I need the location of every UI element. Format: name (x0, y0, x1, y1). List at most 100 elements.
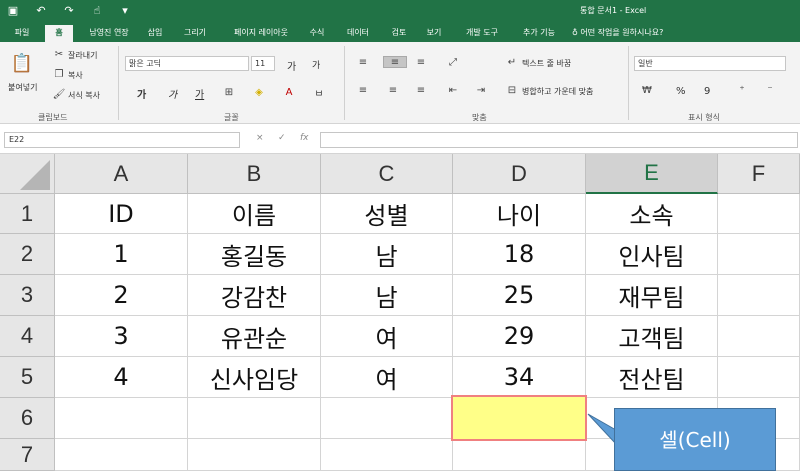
number-format-select[interactable]: 일반 (634, 56, 786, 71)
cell-d3[interactable]: 25 (453, 275, 586, 316)
cell-d4[interactable]: 29 (453, 316, 586, 357)
cell-e2[interactable]: 인사팀 (586, 234, 718, 275)
cell-c3[interactable]: 남 (321, 275, 453, 316)
decrease-decimal-icon[interactable]: ⁻ (763, 84, 777, 96)
tab-view[interactable]: 보기 (420, 25, 448, 42)
column-header-d[interactable]: D (453, 154, 586, 194)
cell-a7[interactable] (55, 439, 188, 471)
font-size-select[interactable]: 11 (251, 56, 275, 71)
customize-icon[interactable]: ▾ (118, 3, 132, 17)
paste-icon[interactable]: 📋 (10, 52, 34, 74)
cell-b2[interactable]: 홍길동 (188, 234, 321, 275)
column-header-e[interactable]: E (586, 154, 718, 194)
cell-b6[interactable] (188, 398, 321, 439)
cell-a6[interactable] (55, 398, 188, 439)
wrap-text-button[interactable]: 텍스트 줄 바꿈 (522, 58, 571, 69)
cell-b4[interactable]: 유관순 (188, 316, 321, 357)
cell-e3[interactable]: 재무팀 (586, 275, 718, 316)
tab-developer[interactable]: 개발 도구 (458, 25, 506, 42)
row-header-3[interactable]: 3 (0, 275, 55, 316)
tab-data[interactable]: 데이터 (340, 25, 376, 42)
tab-draw[interactable]: 그리기 (177, 25, 213, 42)
font-color-icon[interactable]: A (282, 86, 296, 98)
paste-label[interactable]: 붙여넣기 (8, 82, 37, 93)
cell-c5[interactable]: 여 (321, 357, 453, 398)
format-painter-label[interactable]: 서식 복사 (68, 90, 100, 101)
cell-f3[interactable] (718, 275, 800, 316)
cell-c4[interactable]: 여 (321, 316, 453, 357)
cell-a2[interactable]: 1 (55, 234, 188, 275)
undo-icon[interactable]: ↶ (34, 3, 48, 17)
underline-button[interactable]: 가 (195, 86, 204, 101)
cell-a3[interactable]: 2 (55, 275, 188, 316)
save-icon[interactable]: ▣ (6, 3, 20, 17)
insert-function-icon[interactable]: fx (300, 133, 309, 143)
cell-d1[interactable]: 나이 (453, 194, 586, 234)
percent-button[interactable]: % (676, 86, 686, 97)
cell-f2[interactable] (718, 234, 800, 275)
cell-a5[interactable]: 4 (55, 357, 188, 398)
touch-mode-icon[interactable]: ☝ (90, 3, 104, 17)
cell-f1[interactable] (718, 194, 800, 234)
redo-icon[interactable]: ↷ (62, 3, 76, 17)
increase-indent-icon[interactable]: ⇥ (474, 84, 488, 96)
tab-addins[interactable]: 추가 기능 (515, 25, 563, 42)
align-right-icon[interactable]: ≡ (414, 84, 428, 96)
highlighted-cell-d6[interactable] (451, 395, 587, 441)
cell-e4[interactable]: 고객팀 (586, 316, 718, 357)
align-top-icon[interactable]: ≡ (356, 56, 370, 68)
cell-d7[interactable] (453, 439, 586, 471)
cell-f4[interactable] (718, 316, 800, 357)
merge-center-icon[interactable]: ⊟ (505, 84, 519, 96)
row-header-6[interactable]: 6 (0, 398, 55, 439)
cut-icon[interactable]: ✂ (52, 48, 66, 60)
cancel-icon[interactable]: × (256, 133, 264, 143)
cell-d5[interactable]: 34 (453, 357, 586, 398)
italic-button[interactable]: 가 (168, 86, 177, 101)
cell-c7[interactable] (321, 439, 453, 471)
cell-c2[interactable]: 남 (321, 234, 453, 275)
row-header-4[interactable]: 4 (0, 316, 55, 357)
align-center-icon[interactable]: ≡ (386, 84, 400, 96)
tab-home[interactable]: 홈 (45, 25, 73, 42)
enter-icon[interactable]: ✓ (278, 133, 286, 143)
cell-f5[interactable] (718, 357, 800, 398)
cell-c1[interactable]: 성별 (321, 194, 453, 234)
align-bottom-icon[interactable]: ≡ (414, 56, 428, 68)
tab-formulas[interactable]: 수식 (304, 25, 330, 42)
wrap-text-icon[interactable]: ↵ (505, 56, 519, 68)
cell-e1[interactable]: 소속 (586, 194, 718, 234)
cell-b5[interactable]: 신사임당 (188, 357, 321, 398)
cell-b1[interactable]: 이름 (188, 194, 321, 234)
format-painter-icon[interactable]: 🖌 (52, 88, 66, 100)
phonetic-icon[interactable]: ㅂ (312, 86, 326, 100)
row-header-5[interactable]: 5 (0, 357, 55, 398)
cell-b7[interactable] (188, 439, 321, 471)
decrease-font-button[interactable]: 가 (312, 58, 320, 71)
row-header-1[interactable]: 1 (0, 194, 55, 234)
cell-a4[interactable]: 3 (55, 316, 188, 357)
cell-b3[interactable]: 강감찬 (188, 275, 321, 316)
cell-e5[interactable]: 전산팀 (586, 357, 718, 398)
comma-button[interactable]: 9 (704, 86, 710, 97)
increase-font-button[interactable]: 가 (287, 58, 296, 73)
copy-label[interactable]: 복사 (68, 70, 83, 81)
cut-label[interactable]: 잘라내기 (68, 50, 97, 61)
align-middle-icon[interactable]: ≡ (383, 56, 407, 68)
fill-color-icon[interactable]: ◈ (252, 86, 266, 98)
currency-icon[interactable]: ₩ (640, 84, 654, 96)
select-all-button[interactable] (0, 154, 55, 194)
orientation-icon[interactable]: ⤢ (446, 56, 460, 68)
column-header-a[interactable]: A (55, 154, 188, 194)
row-header-2[interactable]: 2 (0, 234, 55, 275)
cell-d2[interactable]: 18 (453, 234, 586, 275)
cell-c6[interactable] (321, 398, 453, 439)
tell-me-search[interactable]: ♁ 어떤 작업을 원하시나요? (572, 25, 690, 42)
name-box[interactable]: E22 (4, 132, 240, 148)
border-icon[interactable]: ⊞ (222, 86, 236, 98)
font-name-select[interactable]: 맑은 고딕 (125, 56, 249, 71)
tab-insert[interactable]: 삽입 (140, 25, 170, 42)
row-header-7[interactable]: 7 (0, 439, 55, 471)
cell-a1[interactable]: ID (55, 194, 188, 234)
column-header-b[interactable]: B (188, 154, 321, 194)
